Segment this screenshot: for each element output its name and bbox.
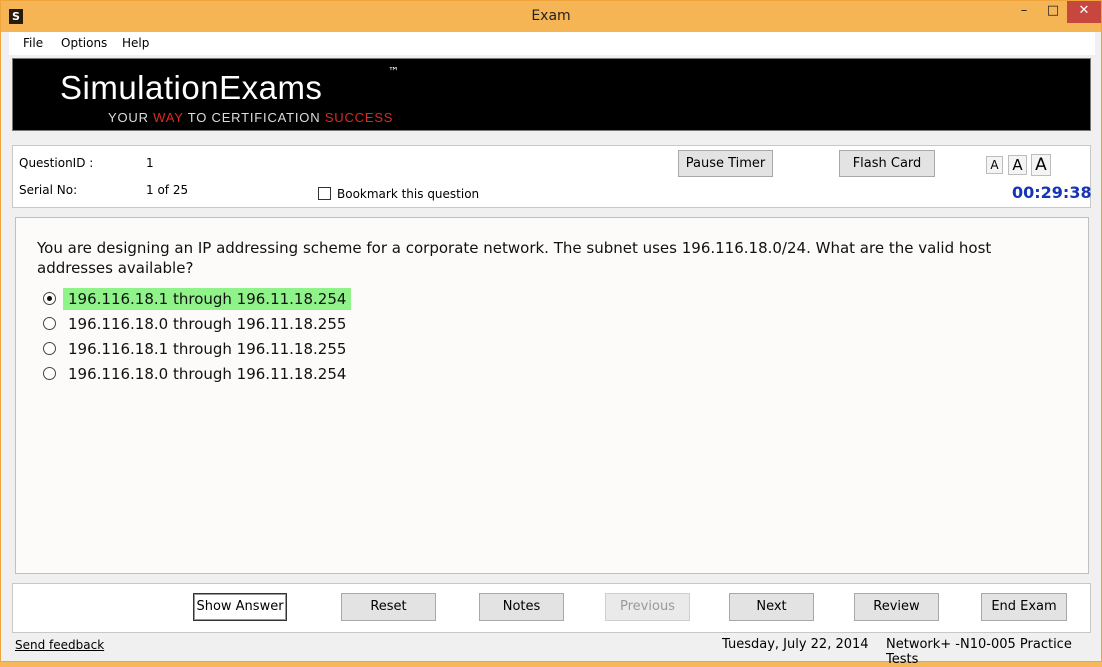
pause-timer-button[interactable]: Pause Timer — [678, 150, 773, 177]
flash-card-button[interactable]: Flash Card — [839, 150, 935, 177]
answer-option-text[interactable]: 196.116.18.0 through 196.11.18.254 — [63, 363, 351, 385]
review-button[interactable]: Review — [854, 593, 939, 621]
font-size-small-button[interactable]: A — [986, 156, 1003, 174]
reset-button[interactable]: Reset — [341, 593, 436, 621]
minimize-button[interactable]: – — [1009, 1, 1039, 23]
exam-window: S Exam – □ ✕ File Options Help Simulatio… — [0, 0, 1102, 667]
notes-button[interactable]: Notes — [479, 593, 564, 621]
logo-trademark: ™ — [388, 65, 399, 78]
serial-value: 1 of 25 — [146, 183, 189, 197]
end-exam-button[interactable]: End Exam — [981, 593, 1067, 621]
previous-button[interactable]: Previous — [605, 593, 690, 621]
close-button[interactable]: ✕ — [1067, 1, 1101, 23]
question-text: You are designing an IP addressing schem… — [37, 239, 992, 277]
window-title: Exam — [531, 8, 571, 24]
tagline-accent: WAY — [153, 110, 184, 125]
serial-label: Serial No: — [19, 183, 78, 197]
logo-text: SimulationExams — [60, 69, 323, 106]
answer-option-text[interactable]: 196.116.18.0 through 196.11.18.255 — [63, 313, 351, 335]
radio-button[interactable] — [43, 367, 56, 380]
radio-button[interactable] — [43, 292, 56, 305]
logo-tagline: YOUR WAY TO CERTIFICATION SUCCESS — [108, 110, 393, 125]
answer-option-text[interactable]: 196.116.18.1 through 196.11.18.254 — [63, 288, 352, 310]
current-date: Tuesday, July 22, 2014 — [722, 637, 869, 652]
font-size-large-button[interactable]: A — [1031, 154, 1051, 176]
menu-help[interactable]: Help — [122, 36, 149, 50]
menu-bar: File Options Help — [9, 32, 1095, 55]
send-feedback-link[interactable]: Send feedback — [15, 638, 104, 652]
question-id-label: QuestionID : — [19, 156, 94, 170]
font-size-medium-button[interactable]: A — [1008, 155, 1027, 175]
tagline-part: TO CERTIFICATION — [183, 110, 325, 125]
next-button[interactable]: Next — [729, 593, 814, 621]
answer-option-text[interactable]: 196.116.18.1 through 196.11.18.255 — [63, 338, 351, 360]
tagline-part: YOUR — [108, 110, 154, 125]
show-answer-button[interactable]: Show Answer — [193, 593, 287, 621]
tagline-accent: SUCCESS — [324, 110, 394, 125]
question-panel: You are designing an IP addressing schem… — [15, 217, 1089, 574]
banner-logo: SimulationExams ™ YOUR WAY TO CERTIFICAT… — [12, 58, 1091, 131]
radio-button[interactable] — [43, 317, 56, 330]
exam-timer: 00:29:38 — [1012, 183, 1092, 202]
question-id-value: 1 — [146, 156, 154, 170]
radio-button[interactable] — [43, 342, 56, 355]
maximize-button[interactable]: □ — [1039, 1, 1067, 23]
menu-file[interactable]: File — [23, 36, 43, 50]
product-name: Network+ -N10-005 Practice Tests — [886, 637, 1072, 667]
bookmark-checkbox[interactable] — [318, 187, 331, 200]
menu-options[interactable]: Options — [61, 36, 107, 50]
title-bar[interactable]: S Exam – □ ✕ — [1, 1, 1101, 32]
bookmark-label[interactable]: Bookmark this question — [337, 187, 479, 201]
